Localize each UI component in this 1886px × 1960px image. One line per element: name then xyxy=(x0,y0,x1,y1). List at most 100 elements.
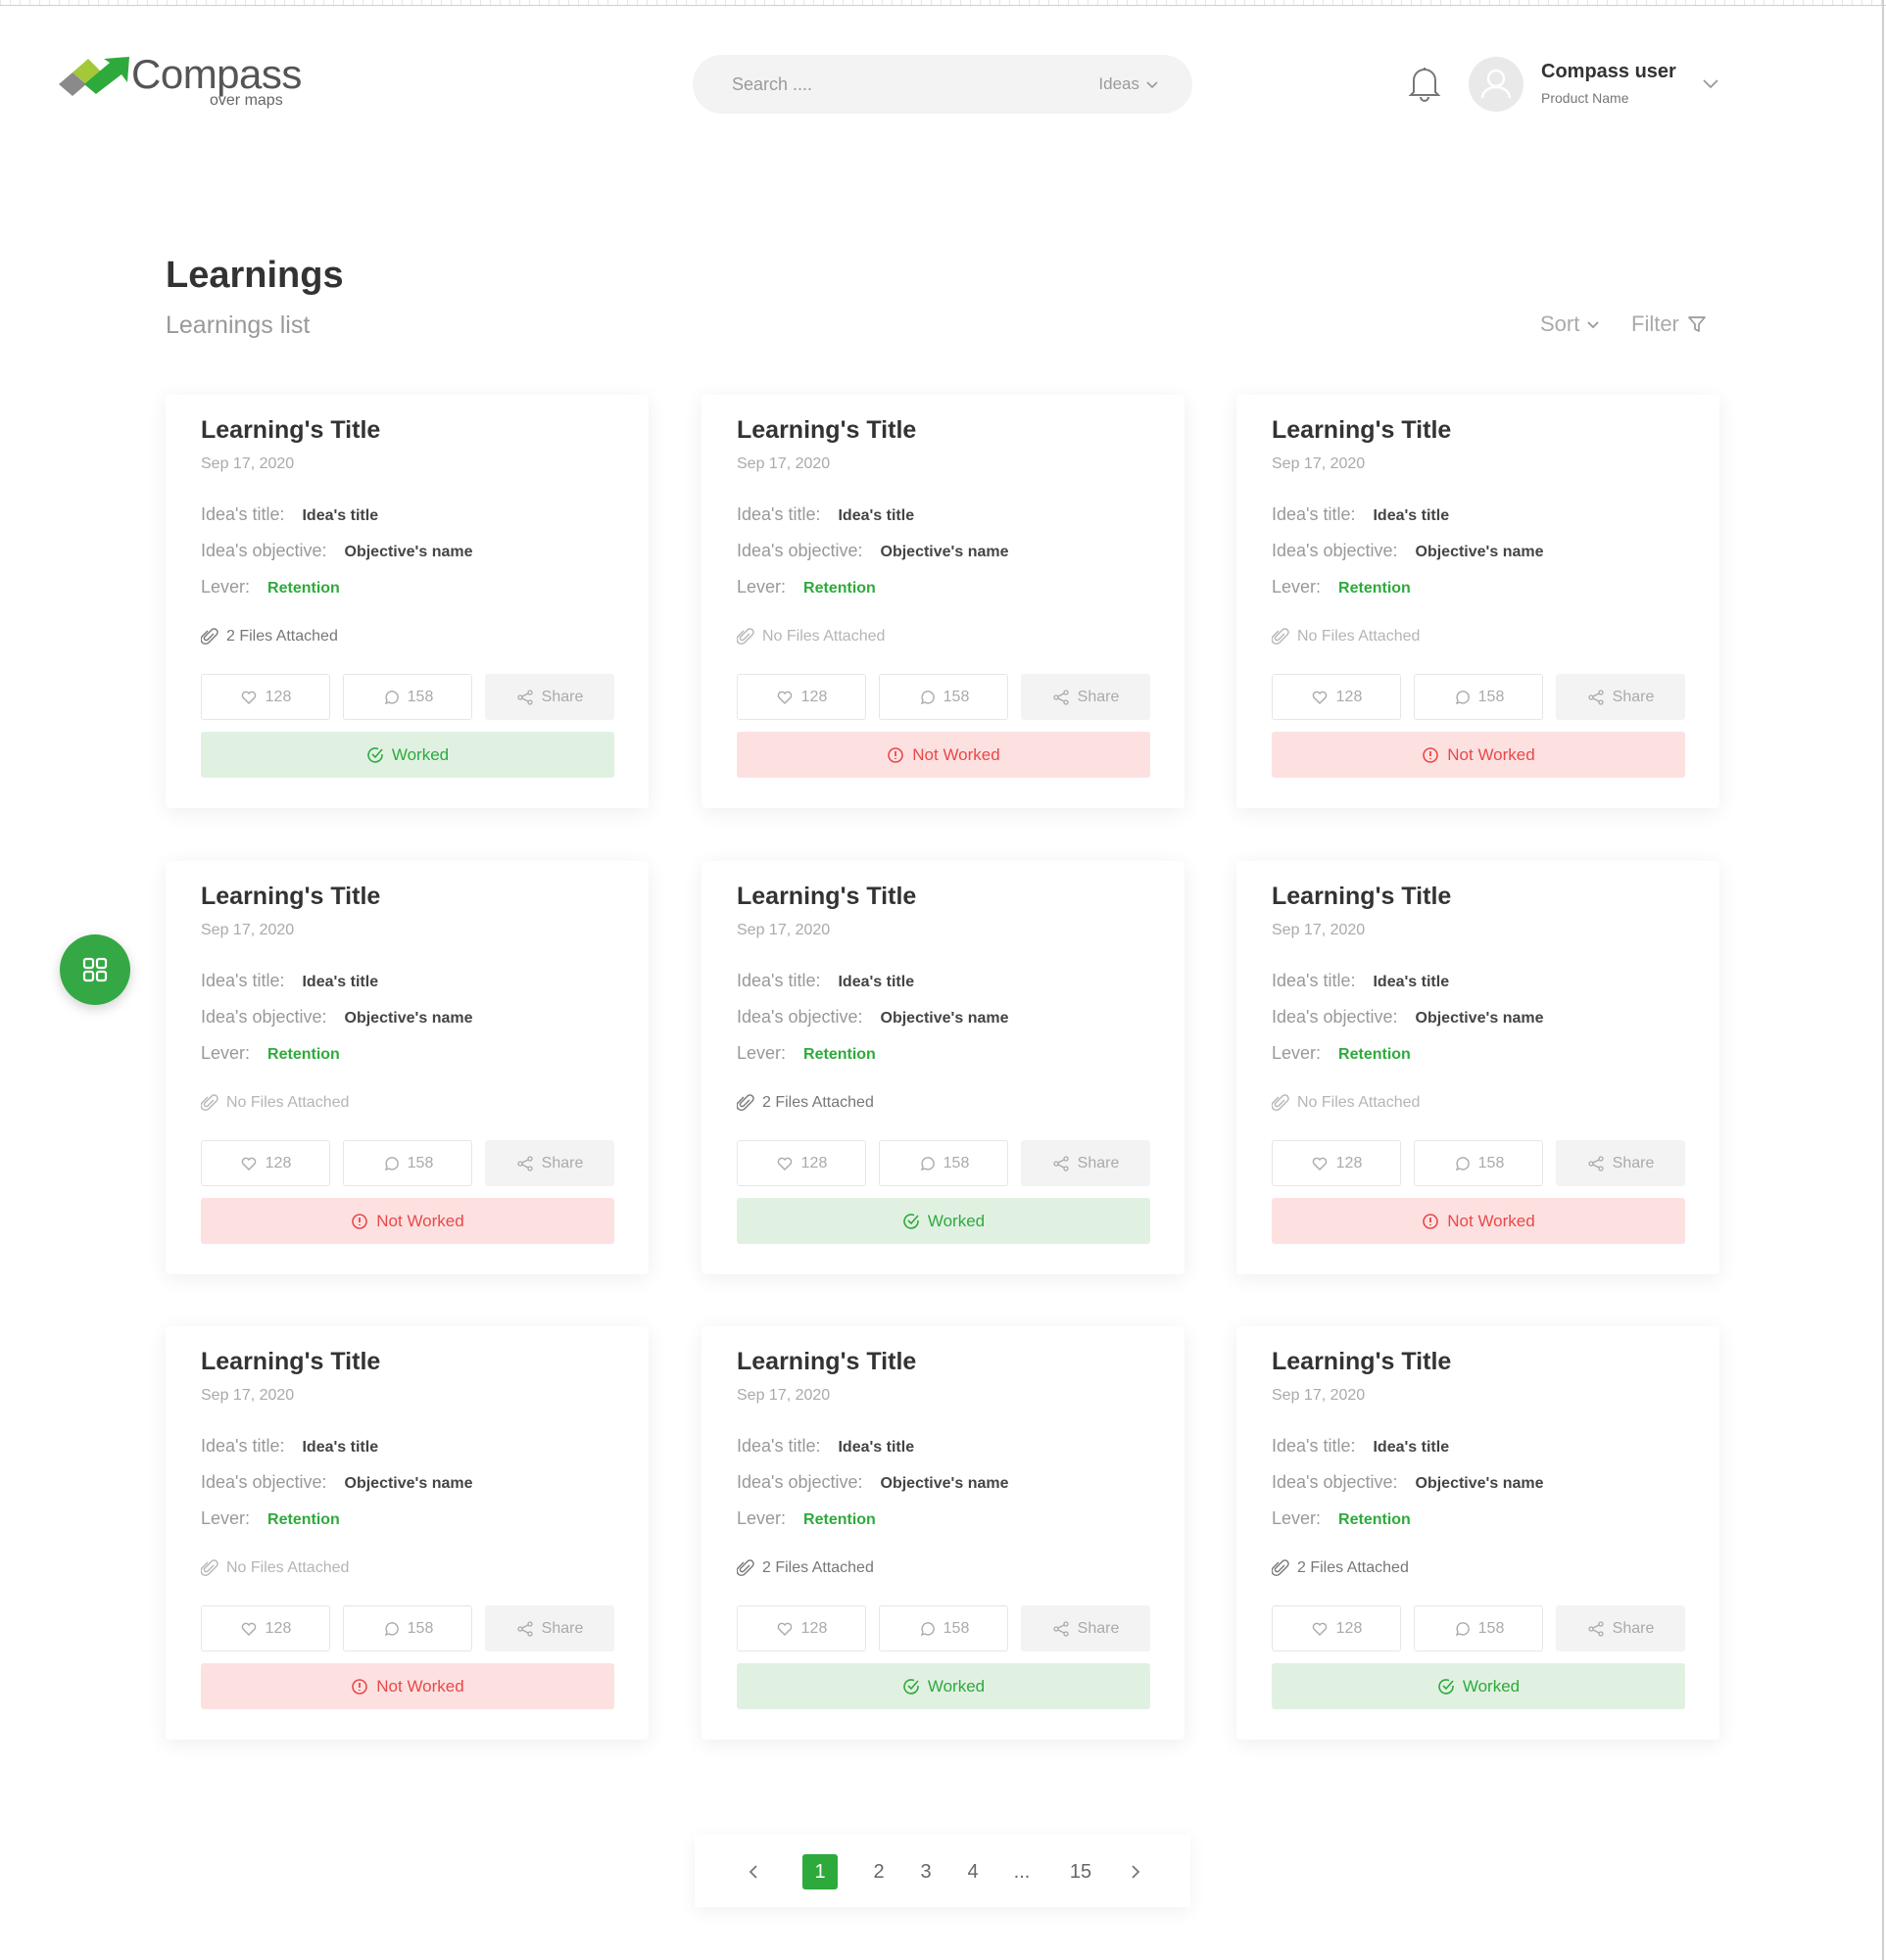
like-count: 128 xyxy=(1335,1619,1363,1637)
card-actions: 128 158 Share xyxy=(737,674,1150,720)
share-button[interactable]: Share xyxy=(485,1605,614,1651)
comment-button[interactable]: 158 xyxy=(343,1140,472,1186)
like-button[interactable]: 128 xyxy=(201,1605,330,1651)
learning-card[interactable]: Learning's Title Sep 17, 2020 Idea's title… xyxy=(166,395,649,808)
filter-button[interactable]: Filter xyxy=(1631,311,1707,337)
not-worked-status-button[interactable]: Not Worked xyxy=(201,1198,614,1244)
like-button[interactable]: 128 xyxy=(201,1140,330,1186)
learning-title[interactable]: Learning's Title xyxy=(737,883,916,911)
search-input[interactable]: Search .... xyxy=(732,74,812,95)
share-button[interactable]: Share xyxy=(485,674,614,720)
idea-objective-value: Objective's name xyxy=(880,544,1009,560)
page-button[interactable]: 3 xyxy=(908,1854,943,1889)
comment-button[interactable]: 158 xyxy=(1414,674,1543,720)
worked-status-button[interactable]: Worked xyxy=(201,732,614,778)
idea-objective-row: Idea's objective: Objective's name xyxy=(737,541,1009,561)
attachments-indicator[interactable]: 2 Files Attached xyxy=(1272,1559,1409,1577)
notification-bell-icon[interactable] xyxy=(1408,65,1441,102)
learning-title[interactable]: Learning's Title xyxy=(1272,883,1451,911)
chevron-down-icon xyxy=(1587,321,1599,329)
like-count: 128 xyxy=(265,1154,292,1171)
share-button[interactable]: Share xyxy=(1021,1605,1150,1651)
comment-count: 158 xyxy=(943,688,970,705)
share-button[interactable]: Share xyxy=(1556,1140,1685,1186)
user-menu[interactable]: Compass user Product Name xyxy=(1469,57,1733,114)
grid-view-button[interactable] xyxy=(60,934,130,1005)
share-button[interactable]: Share xyxy=(1021,674,1150,720)
worked-status-button[interactable]: Worked xyxy=(737,1663,1150,1709)
sort-button[interactable]: Sort xyxy=(1540,311,1601,337)
learning-card[interactable]: Learning's Title Sep 17, 2020 Idea's title… xyxy=(701,861,1185,1274)
worked-status-button[interactable]: Worked xyxy=(737,1198,1150,1244)
learning-card[interactable]: Learning's Title Sep 17, 2020 Idea's title… xyxy=(166,1326,649,1740)
like-button[interactable]: 128 xyxy=(201,674,330,720)
learning-date: Sep 17, 2020 xyxy=(1272,922,1366,938)
learning-title[interactable]: Learning's Title xyxy=(1272,416,1451,445)
idea-title-value: Idea's title xyxy=(302,974,379,990)
right-border xyxy=(1882,0,1884,1960)
comment-icon xyxy=(1455,690,1470,704)
like-button[interactable]: 128 xyxy=(1272,1605,1401,1651)
like-button[interactable]: 128 xyxy=(737,1605,866,1651)
comment-button[interactable]: 158 xyxy=(1414,1605,1543,1651)
share-button[interactable]: Share xyxy=(1556,1605,1685,1651)
learning-title[interactable]: Learning's Title xyxy=(201,416,380,445)
share-button[interactable]: Share xyxy=(485,1140,614,1186)
learning-card[interactable]: Learning's Title Sep 17, 2020 Idea's title… xyxy=(701,395,1185,808)
page-button[interactable]: 4 xyxy=(955,1854,991,1889)
comment-count: 158 xyxy=(1477,1619,1505,1637)
worked-status-button[interactable]: Worked xyxy=(1272,1663,1685,1709)
card-actions: 128 158 Share xyxy=(201,1140,614,1186)
learning-title[interactable]: Learning's Title xyxy=(737,1348,916,1376)
comment-button[interactable]: 158 xyxy=(879,1605,1008,1651)
card-actions: 128 158 Share xyxy=(737,1140,1150,1186)
learning-card[interactable]: Learning's Title Sep 17, 2020 Idea's title… xyxy=(1236,395,1719,808)
attachments-indicator[interactable]: 2 Files Attached xyxy=(737,1559,874,1577)
page-button[interactable]: 2 xyxy=(861,1854,896,1889)
learning-card[interactable]: Learning's Title Sep 17, 2020 Idea's title… xyxy=(166,861,649,1274)
learning-title[interactable]: Learning's Title xyxy=(201,883,380,911)
learning-card[interactable]: Learning's Title Sep 17, 2020 Idea's title… xyxy=(701,1326,1185,1740)
idea-objective-value: Objective's name xyxy=(344,544,473,560)
like-button[interactable]: 128 xyxy=(1272,1140,1401,1186)
user-product: Product Name xyxy=(1541,90,1629,106)
learning-title[interactable]: Learning's Title xyxy=(1272,1348,1451,1376)
search-bar[interactable]: Search .... Ideas xyxy=(693,55,1192,114)
card-actions: 128 158 Share xyxy=(1272,674,1685,720)
lever-label: Lever: xyxy=(201,1043,251,1063)
attachments-indicator[interactable]: 2 Files Attached xyxy=(737,1094,874,1112)
not-worked-status-button[interactable]: Not Worked xyxy=(1272,732,1685,778)
share-button[interactable]: Share xyxy=(1556,674,1685,720)
learning-card[interactable]: Learning's Title Sep 17, 2020 Idea's title… xyxy=(1236,1326,1719,1740)
like-count: 128 xyxy=(800,1619,828,1637)
comment-button[interactable]: 158 xyxy=(1414,1140,1543,1186)
next-page-button[interactable] xyxy=(1118,1854,1153,1889)
not-worked-status-button[interactable]: Not Worked xyxy=(737,732,1150,778)
search-scope-dropdown[interactable]: Ideas xyxy=(1098,74,1159,94)
prev-page-button[interactable] xyxy=(736,1854,771,1889)
page-button[interactable]: 15 xyxy=(1063,1854,1098,1889)
learning-card[interactable]: Learning's Title Sep 17, 2020 Idea's title… xyxy=(1236,861,1719,1274)
not-worked-status-button[interactable]: Not Worked xyxy=(1272,1198,1685,1244)
chevron-down-icon[interactable] xyxy=(1700,72,1721,94)
like-button[interactable]: 128 xyxy=(737,674,866,720)
avatar[interactable] xyxy=(1469,57,1523,112)
like-button[interactable]: 128 xyxy=(737,1140,866,1186)
page-ellipsis: ... xyxy=(1013,1860,1031,1883)
learning-title[interactable]: Learning's Title xyxy=(737,416,916,445)
lever-value: Retention xyxy=(267,580,340,597)
not-worked-status-button[interactable]: Not Worked xyxy=(201,1663,614,1709)
idea-objective-label: Idea's objective: xyxy=(737,1007,863,1027)
like-button[interactable]: 128 xyxy=(1272,674,1401,720)
attachments-indicator[interactable]: 2 Files Attached xyxy=(201,628,338,645)
comment-button[interactable]: 158 xyxy=(879,674,1008,720)
app-logo[interactable]: Compass over maps xyxy=(59,49,304,118)
page-button[interactable]: 1 xyxy=(802,1854,838,1889)
paperclip-icon xyxy=(1272,1559,1289,1577)
learning-title[interactable]: Learning's Title xyxy=(201,1348,380,1376)
comment-button[interactable]: 158 xyxy=(343,1605,472,1651)
lever-row: Lever: Retention xyxy=(737,1508,876,1529)
comment-button[interactable]: 158 xyxy=(879,1140,1008,1186)
share-button[interactable]: Share xyxy=(1021,1140,1150,1186)
comment-button[interactable]: 158 xyxy=(343,674,472,720)
